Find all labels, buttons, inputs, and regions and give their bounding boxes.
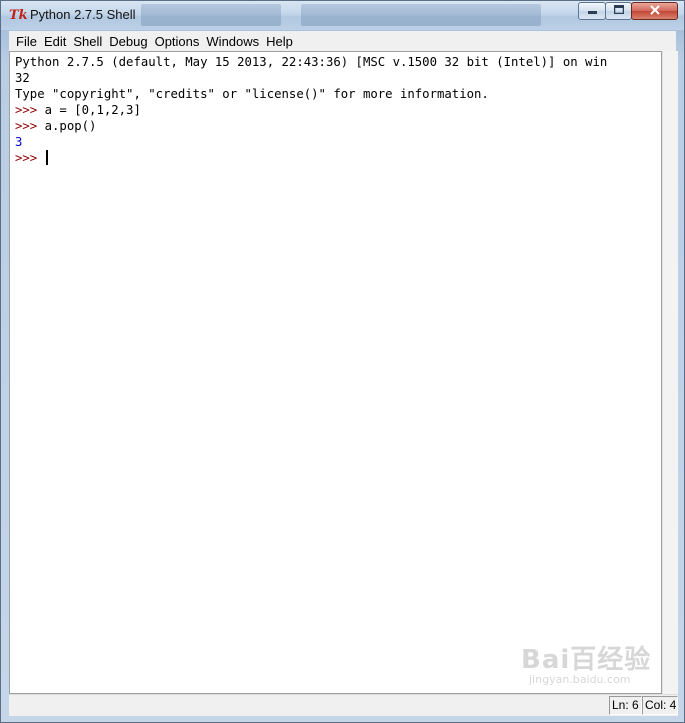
status-column-number: Col: 4 [642,696,678,715]
status-bar: Ln: 6 Col: 4 [9,694,678,716]
shell-prompt: >>> [15,119,45,133]
status-line-number: Ln: 6 [609,696,642,715]
blurred-taskbar-area [141,4,281,26]
shell-line: >>> [15,150,45,166]
shell-prompt: >>> [15,103,45,117]
shell-line: 32 [15,71,30,85]
menu-options[interactable]: Options [148,34,200,49]
shell-line: >>> a = [0,1,2,3] [15,102,141,118]
menu-help[interactable]: Help [259,34,293,49]
window-title: Python 2.7.5 Shell [30,7,136,22]
blurred-taskbar-area [301,4,541,26]
shell-input: a.pop() [44,119,97,133]
menu-bar: File Edit Shell Debug Options Windows He… [9,31,676,52]
text-cursor [46,150,48,165]
minimize-icon [587,6,597,17]
menu-debug[interactable]: Debug [102,34,147,49]
minimize-button[interactable] [578,2,606,20]
close-icon [649,4,660,18]
menu-windows[interactable]: Windows [199,34,259,49]
shell-line: >>> a.pop() [15,118,96,134]
shell-line: Python 2.7.5 (default, May 15 2013, 22:4… [15,55,608,69]
shell-line: Type "copyright", "credits" or "license(… [15,87,489,101]
shell-text-area[interactable]: Python 2.7.5 (default, May 15 2013, 22:4… [9,51,662,694]
close-button[interactable] [631,2,678,20]
shell-output: 3 [15,135,23,149]
menu-edit[interactable]: Edit [37,34,66,49]
vertical-scrollbar[interactable] [662,51,678,694]
shell-prompt: >>> [15,151,45,165]
shell-input: a = [0,1,2,3] [44,103,141,117]
maximize-button[interactable] [605,2,632,20]
title-bar[interactable]: Tk Python 2.7.5 Shell [1,1,684,30]
maximize-icon [613,4,624,17]
python-shell-window: Tk Python 2.7.5 Shell File Edit Shell De… [0,0,685,723]
menu-file[interactable]: File [9,34,37,49]
menu-shell[interactable]: Shell [66,34,102,49]
tk-feather-icon[interactable]: Tk [9,8,28,24]
